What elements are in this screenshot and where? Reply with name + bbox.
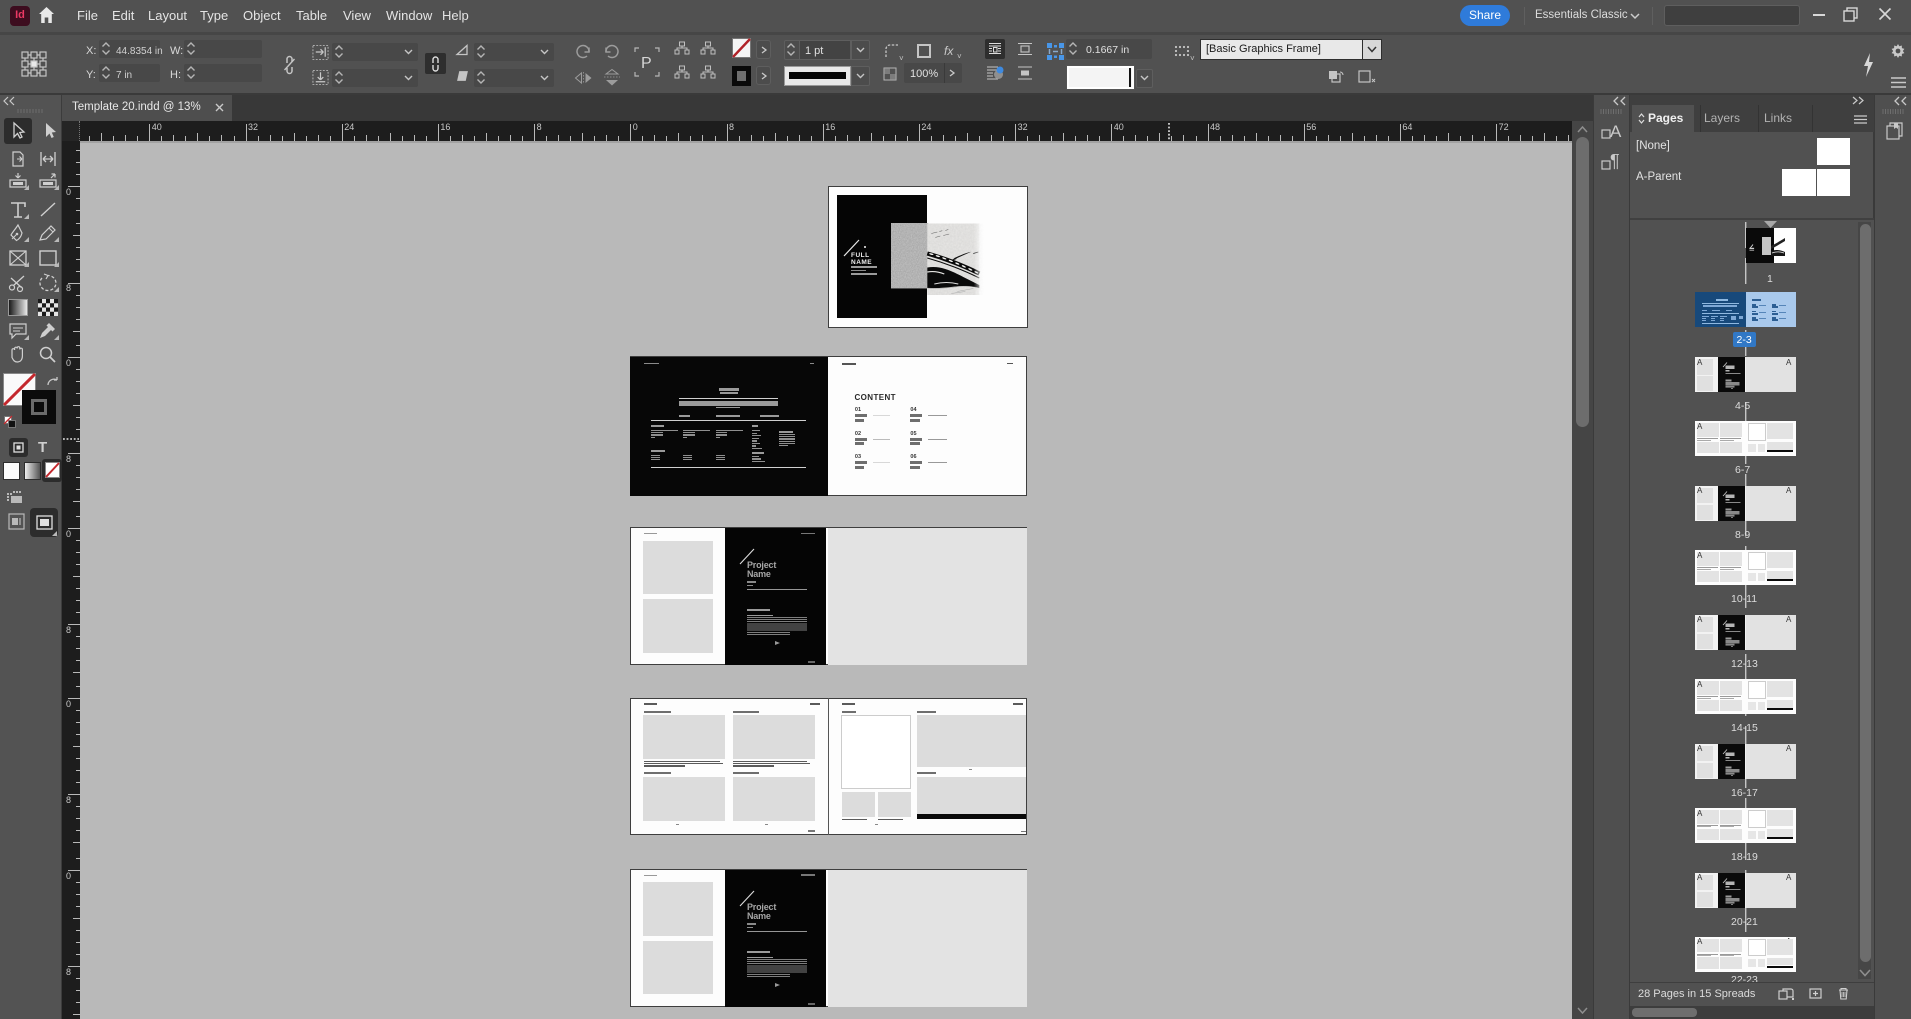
svg-text:¶: ¶	[1610, 151, 1620, 171]
svg-text:A: A	[1610, 122, 1622, 141]
svg-text:P: P	[641, 55, 652, 72]
